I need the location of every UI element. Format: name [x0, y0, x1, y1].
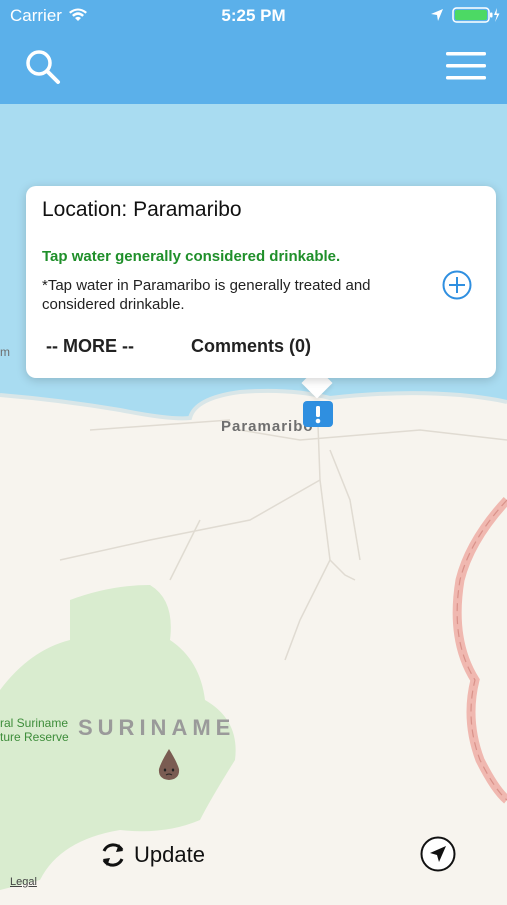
plus-circle-icon[interactable] [442, 270, 472, 300]
location-arrow-icon[interactable] [420, 836, 456, 872]
water-drop-icon[interactable] [156, 748, 182, 782]
status-bar: Carrier 5:25 PM [0, 0, 507, 30]
update-label: Update [134, 842, 205, 867]
legal-link[interactable]: Legal [10, 876, 37, 888]
hamburger-menu-icon[interactable] [446, 50, 486, 82]
search-icon[interactable] [24, 48, 62, 86]
water-status: Tap water generally considered drinkable… [42, 248, 341, 265]
nav-bar [0, 30, 507, 104]
reserve-label-line1: ral Suriname [0, 716, 69, 730]
city-label: Paramaribo [221, 418, 314, 435]
country-label: SURINAME [78, 715, 236, 740]
popup-title: Location: Paramaribo [42, 198, 242, 221]
comments-button[interactable]: Comments (0) [191, 336, 311, 357]
reserve-label-line2: ture Reserve [0, 730, 69, 744]
more-button[interactable]: -- MORE -- [46, 336, 134, 357]
refresh-icon [102, 843, 124, 867]
water-description: *Tap water in Paramaribo is generally tr… [42, 277, 371, 313]
update-button[interactable]: Update [98, 838, 205, 872]
location-popup: Location: Paramaribo Tap water generally… [26, 186, 496, 378]
battery-icon [452, 7, 500, 23]
left-edge-label: m [0, 345, 10, 359]
exclamation-marker-icon[interactable] [302, 400, 334, 430]
location-services-icon [431, 9, 443, 21]
